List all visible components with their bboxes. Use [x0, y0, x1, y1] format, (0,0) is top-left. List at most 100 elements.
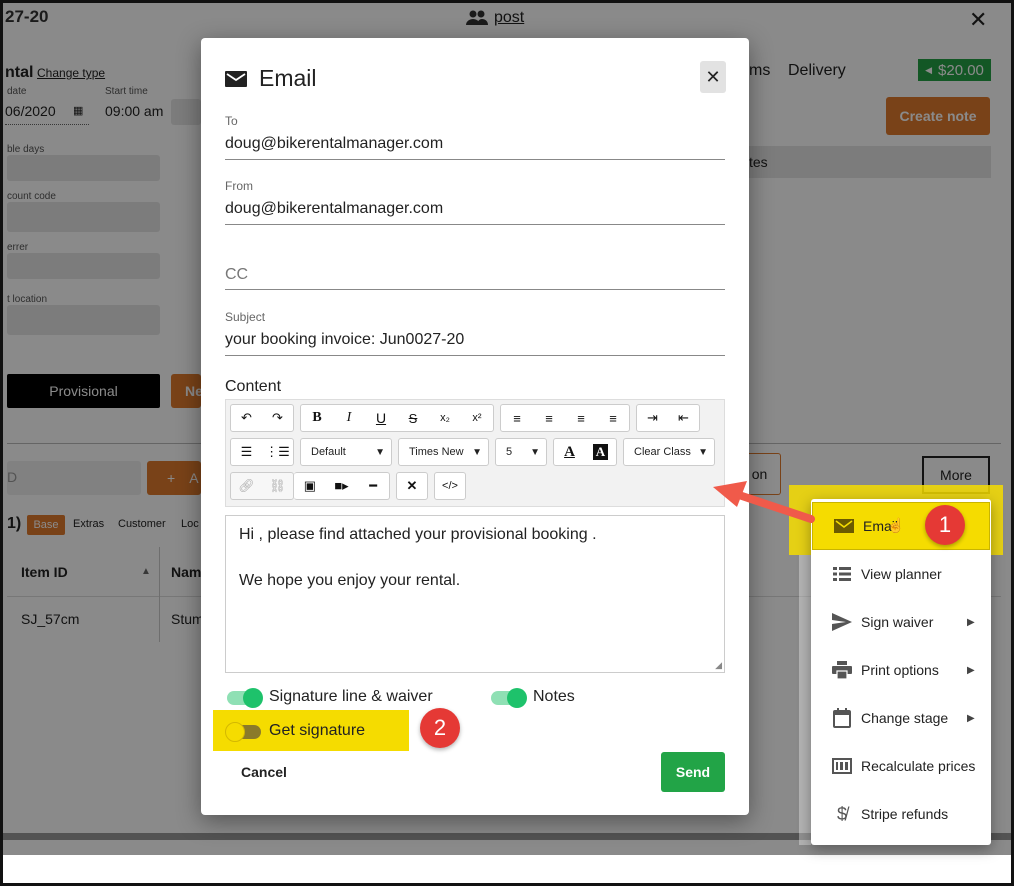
remove-format-icon[interactable]: ✕	[397, 473, 427, 499]
from-label: From	[225, 179, 253, 193]
cancel-button[interactable]: Cancel	[241, 764, 287, 780]
menu-item-view-planner[interactable]: View planner	[811, 550, 991, 598]
cc-placeholder[interactable]: CC	[225, 266, 248, 284]
menu-item-stripe-refunds[interactable]: $̸ Stripe refunds	[811, 790, 991, 838]
menu-item-change-stage[interactable]: Change stage ▶	[811, 694, 991, 742]
color-group: A A	[553, 438, 617, 466]
indent-icon[interactable]: ⇥	[637, 405, 668, 431]
cc-field[interactable]: CC	[225, 244, 725, 290]
editor-toolbar: ↶ ↷ B I U S x₂ x² ≡ ≡ ≡ ≡ ⇥ ⇤ ☰ ⋮☰ Defau…	[225, 399, 725, 507]
subscript-icon[interactable]: x₂	[429, 405, 461, 431]
outdent-icon[interactable]: ⇤	[668, 405, 699, 431]
get-signature-toggle[interactable]: Get signature	[225, 720, 405, 744]
notes-toggle[interactable]: Notes	[489, 686, 599, 710]
envelope-icon	[225, 71, 247, 92]
screenshot-frame: 27-20 post ✕ ntal Change type date 06/20…	[0, 0, 1014, 886]
code-view-icon[interactable]: </>	[435, 473, 465, 499]
from-value[interactable]: doug@bikerentalmanager.com	[225, 200, 443, 218]
align-right-icon[interactable]: ≡	[565, 405, 597, 431]
format-group: B I U S x₂ x²	[300, 404, 494, 432]
remove-format-group: ✕	[396, 472, 428, 500]
content-label: Content	[225, 378, 282, 395]
chevron-down-icon: ▼	[472, 446, 482, 458]
superscript-icon[interactable]: x²	[461, 405, 493, 431]
bullet-list-icon[interactable]: ☰	[231, 439, 262, 465]
underline-icon[interactable]: U	[365, 405, 397, 431]
close-icon[interactable]: ✕	[700, 61, 726, 93]
horizontal-rule-icon[interactable]: ━	[357, 473, 389, 499]
signature-waiver-toggle[interactable]: Signature line & waiver	[225, 686, 455, 710]
toggle-knob	[507, 688, 527, 708]
redo-icon[interactable]: ↷	[262, 405, 293, 431]
toggle-track	[227, 688, 263, 708]
menu-item-label: Stripe refunds	[861, 806, 949, 822]
resize-handle-icon[interactable]: ◢	[715, 660, 722, 671]
align-justify-icon[interactable]: ≡	[597, 405, 629, 431]
send-button[interactable]: Send	[661, 752, 725, 792]
to-field[interactable]: To doug@bikerentalmanager.com	[225, 114, 725, 160]
font-select-value: Times New	[409, 446, 464, 458]
chevron-right-icon: ▶	[967, 712, 975, 724]
subject-label: Subject	[225, 310, 266, 324]
subject-field[interactable]: Subject your booking invoice: Jun0027-20	[225, 310, 725, 356]
menu-item-print-options[interactable]: Print options ▶	[811, 646, 991, 694]
subject-value[interactable]: your booking invoice: Jun0027-20	[225, 331, 464, 349]
video-icon[interactable]: ■▸	[326, 473, 358, 499]
menu-item-label: Change stage	[861, 710, 949, 726]
money-off-icon: $̸	[836, 803, 847, 824]
size-select[interactable]: 5 ▼	[495, 438, 547, 466]
style-select-value: Default	[311, 446, 346, 458]
dialog-title: Email	[259, 65, 317, 91]
numbered-list-icon[interactable]: ⋮☰	[262, 439, 293, 465]
image-icon[interactable]: ▣	[294, 473, 326, 499]
menu-item-label: Recalculate prices	[861, 758, 976, 774]
from-field[interactable]: From doug@bikerentalmanager.com	[225, 179, 725, 225]
style-select[interactable]: Default ▼	[300, 438, 392, 466]
calendar-icon	[831, 707, 853, 729]
to-value[interactable]: doug@bikerentalmanager.com	[225, 135, 443, 153]
clear-class-value: Clear Class	[634, 446, 691, 458]
link-icon[interactable]: 🔗︎	[231, 473, 262, 499]
bold-icon[interactable]: B	[301, 405, 333, 431]
to-label: To	[225, 114, 238, 128]
strikethrough-icon[interactable]: S	[397, 405, 429, 431]
toggle-track	[225, 722, 261, 742]
annotation-badge-1: 1	[925, 505, 965, 545]
notes-label: Notes	[533, 688, 575, 705]
envelope-icon	[833, 515, 855, 537]
align-center-icon[interactable]: ≡	[533, 405, 565, 431]
menu-item-label: Print options	[861, 662, 939, 678]
indent-group: ⇥ ⇤	[636, 404, 700, 432]
menu-item-label: Sign waiver	[861, 614, 934, 630]
menu-shadow-strip	[799, 555, 811, 845]
chevron-right-icon: ▶	[967, 616, 975, 628]
menu-item-recalculate-prices[interactable]: Recalculate prices	[811, 742, 991, 790]
printer-icon	[831, 659, 853, 681]
chevron-down-icon: ▼	[375, 446, 385, 458]
history-group: ↶ ↷	[230, 404, 294, 432]
menu-item-sign-waiver[interactable]: Sign waiver ▶	[811, 598, 991, 646]
body-line-1: Hi , please find attached your provision…	[239, 526, 597, 543]
toggle-knob	[243, 688, 263, 708]
code-view-group: </>	[434, 472, 466, 500]
media-group: ▣ ■▸ ━	[294, 472, 390, 500]
highlight-color-icon[interactable]: A	[585, 439, 616, 465]
clear-class-select[interactable]: Clear Class ▼	[623, 438, 715, 466]
toggle-track	[491, 688, 527, 708]
undo-icon[interactable]: ↶	[231, 405, 262, 431]
align-group: ≡ ≡ ≡ ≡	[500, 404, 630, 432]
signature-waiver-label: Signature line & waiver	[269, 688, 433, 705]
content-editor[interactable]: Hi , please find attached your provision…	[225, 515, 725, 673]
align-left-icon[interactable]: ≡	[501, 405, 533, 431]
body-line-2: We hope you enjoy your rental.	[239, 572, 461, 589]
annotation-arrow	[713, 481, 815, 523]
unlink-icon[interactable]: ⛓︎	[262, 473, 293, 499]
more-actions-menu: Email ☝ View planner Sign waiver ▶ Print…	[811, 499, 991, 845]
font-color-icon[interactable]: A	[554, 439, 585, 465]
menu-item-label: View planner	[861, 566, 942, 582]
link-group: 🔗︎ ⛓︎	[230, 472, 294, 500]
annotation-badge-2: 2	[420, 708, 460, 748]
italic-icon[interactable]: I	[333, 405, 365, 431]
font-select[interactable]: Times New ▼	[398, 438, 489, 466]
list-group: ☰ ⋮☰	[230, 438, 294, 466]
